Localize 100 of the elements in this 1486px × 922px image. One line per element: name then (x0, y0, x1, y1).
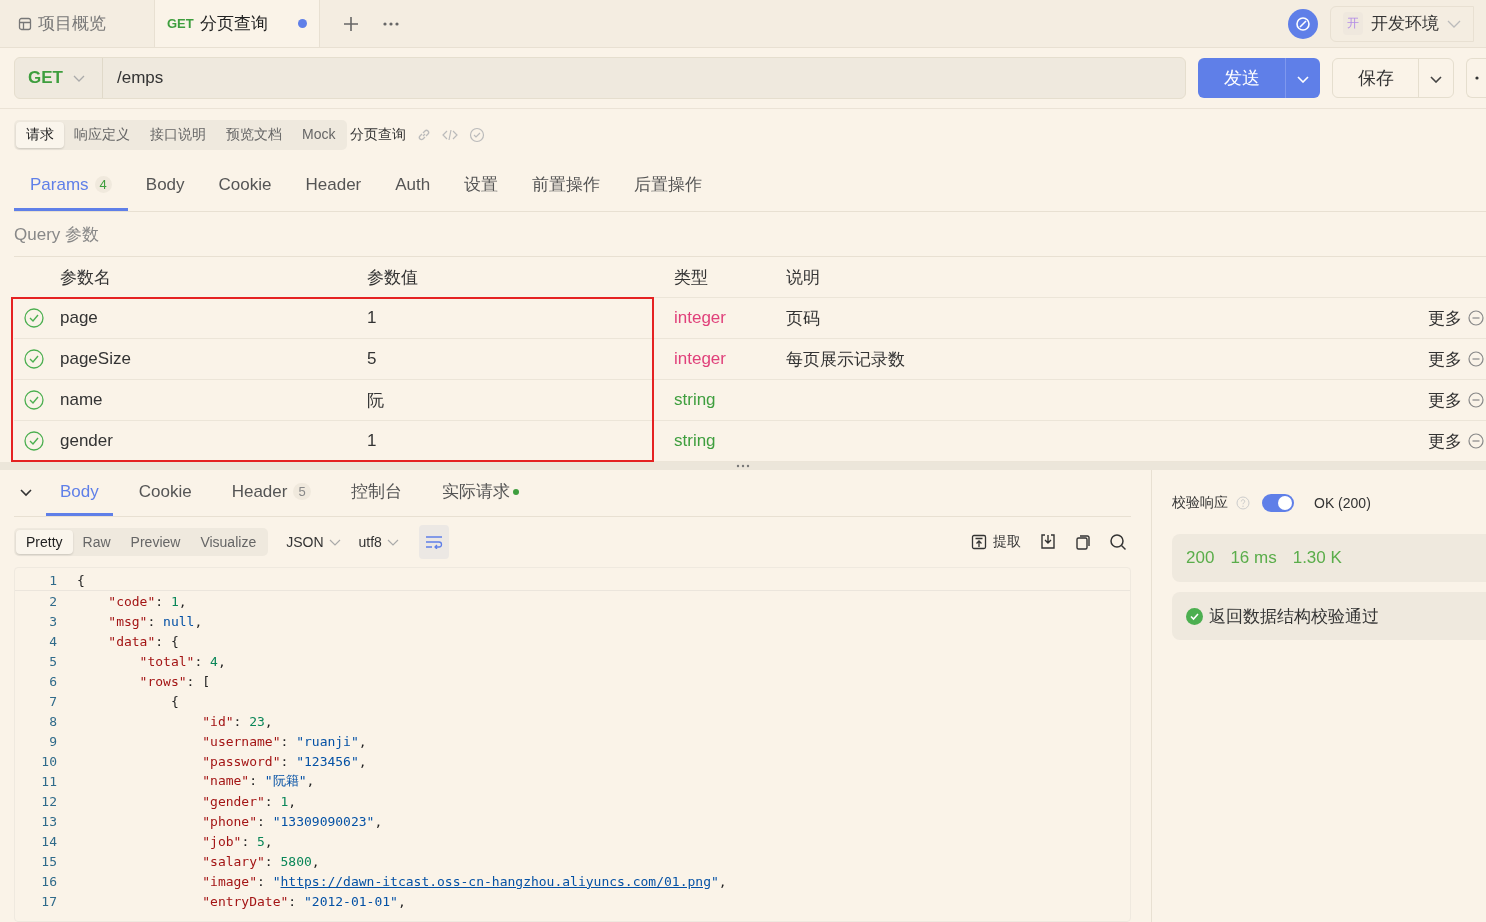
json-string: " (710, 873, 719, 889)
json-punctuation: , (288, 793, 297, 809)
line-number: 16 (40, 873, 58, 889)
more-link[interactable]: 更多 (1428, 429, 1462, 453)
resize-handle-icon[interactable] (736, 464, 750, 468)
view-tab[interactable]: Pretty (16, 530, 73, 554)
chevron-down-icon (1297, 75, 1309, 83)
param-tab[interactable]: Header (289, 161, 378, 211)
json-string: "2012-01-01" (304, 893, 398, 909)
json-punctuation: : (194, 653, 204, 669)
view-tab[interactable]: Raw (72, 530, 121, 554)
column-header: 类型 (674, 266, 709, 289)
json-key: "username" (77, 733, 281, 749)
line-number: 14 (40, 833, 58, 849)
collapse-icon[interactable] (20, 489, 32, 497)
param-tab[interactable]: Cookie (202, 161, 288, 211)
add-icon[interactable] (342, 14, 360, 33)
json-null: null (163, 613, 195, 629)
remove-icon[interactable] (1468, 310, 1484, 326)
json-key: "entryDate" (77, 893, 289, 909)
column-header: 参数值 (367, 266, 419, 289)
param-tab[interactable]: 后置操作 (618, 161, 719, 211)
doc-tab[interactable]: 预览文档 (216, 122, 292, 148)
json-number: 23 (249, 713, 265, 729)
validate-toggle[interactable] (1262, 494, 1294, 512)
remove-icon[interactable] (1468, 392, 1484, 408)
more-link[interactable]: 更多 (1428, 347, 1462, 371)
format-select[interactable]: JSON (286, 534, 341, 550)
param-tab[interactable]: Auth (379, 161, 447, 211)
param-name: gender (60, 431, 114, 451)
json-string: "阮籍" (264, 773, 307, 788)
check-badge-icon[interactable] (469, 127, 486, 143)
more-link[interactable]: 更多 (1428, 388, 1462, 412)
response-tab[interactable]: 控制台 (336, 470, 416, 516)
json-key: "password" (77, 753, 281, 769)
line-number: 2 (48, 593, 58, 609)
response-tab[interactable]: Header 5 (217, 470, 325, 516)
json-key: "total" (77, 653, 195, 669)
doc-tab[interactable]: 请求 (16, 122, 64, 148)
json-punctuation: , (374, 813, 383, 829)
json-punctuation: , (217, 653, 226, 669)
param-tab[interactable]: 前置操作 (516, 161, 617, 211)
download-icon[interactable] (1039, 533, 1057, 551)
response-status-select[interactable]: OK (200) (1314, 495, 1371, 511)
request-tab[interactable]: GET 分页查询 (154, 0, 320, 47)
view-tab[interactable]: Preview (120, 530, 191, 554)
validation-result: 返回数据结构校验通过 (1209, 605, 1379, 628)
copy-icon[interactable] (1075, 534, 1091, 550)
code-icon[interactable] (442, 129, 459, 141)
check-circle-icon[interactable] (24, 308, 44, 328)
encoding-select[interactable]: utf8 (358, 534, 399, 550)
json-link[interactable]: https://dawn-itcast.oss-cn-hangzhou.aliyuncs.com/01.png (280, 873, 711, 889)
view-tab[interactable]: Visualize (190, 530, 267, 554)
json-key: "phone" (77, 813, 257, 829)
url-field[interactable]: GET /emps (14, 57, 1186, 99)
json-key: "salary" (77, 853, 265, 869)
json-punctuation: : (264, 793, 274, 809)
doc-tab[interactable]: 接口说明 (140, 122, 216, 148)
wrap-button[interactable] (418, 525, 449, 559)
doc-tab[interactable]: Mock (292, 122, 346, 148)
json-punctuation: , (178, 593, 187, 609)
param-type: string (674, 431, 716, 450)
json-key: "data" (77, 633, 156, 649)
response-tab[interactable]: Cookie (124, 470, 206, 516)
remove-icon[interactable] (1468, 351, 1484, 367)
param-value: 1 (367, 308, 378, 328)
link-icon[interactable] (417, 128, 432, 142)
send-button[interactable]: 发送 (1198, 58, 1286, 98)
send-dropdown-button[interactable] (1286, 58, 1320, 98)
json-key: "code" (77, 593, 156, 609)
remove-icon[interactable] (1468, 433, 1484, 449)
json-key: "image" (77, 873, 257, 889)
json-punctuation: , (306, 773, 315, 788)
param-tab[interactable]: 设置 (448, 161, 515, 211)
json-punctuation: : (147, 613, 157, 629)
more-icon[interactable] (382, 20, 400, 27)
check-circle-icon (1186, 607, 1203, 625)
param-type: string (674, 390, 716, 409)
check-circle-icon[interactable] (24, 431, 44, 451)
more-link[interactable]: 更多 (1428, 306, 1462, 330)
request-tab[interactable]: 项目概览 (0, 0, 124, 47)
response-tab[interactable]: 实际请求 (427, 470, 533, 516)
check-circle-icon[interactable] (24, 349, 44, 369)
response-size: 1.30 K (1292, 548, 1342, 568)
json-punctuation: , (358, 753, 367, 769)
json-punctuation: , (718, 873, 727, 889)
extract-button[interactable]: 提取 (971, 533, 1021, 551)
json-punctuation: : (233, 713, 243, 729)
search-icon[interactable] (1109, 533, 1127, 551)
status-code: 200 (1186, 548, 1215, 568)
column-header: 说明 (786, 266, 821, 289)
check-circle-icon[interactable] (24, 390, 44, 410)
environment-select[interactable]: 开 开发环境 (1330, 5, 1474, 42)
json-string: "ruanji" (296, 733, 359, 749)
line-number: 13 (40, 813, 58, 829)
param-tab[interactable]: Body (129, 161, 201, 211)
param-description: 页码 (786, 308, 820, 328)
line-number: 8 (48, 713, 58, 729)
json-punctuation: { (169, 693, 179, 709)
doc-tab[interactable]: 响应定义 (64, 122, 140, 148)
